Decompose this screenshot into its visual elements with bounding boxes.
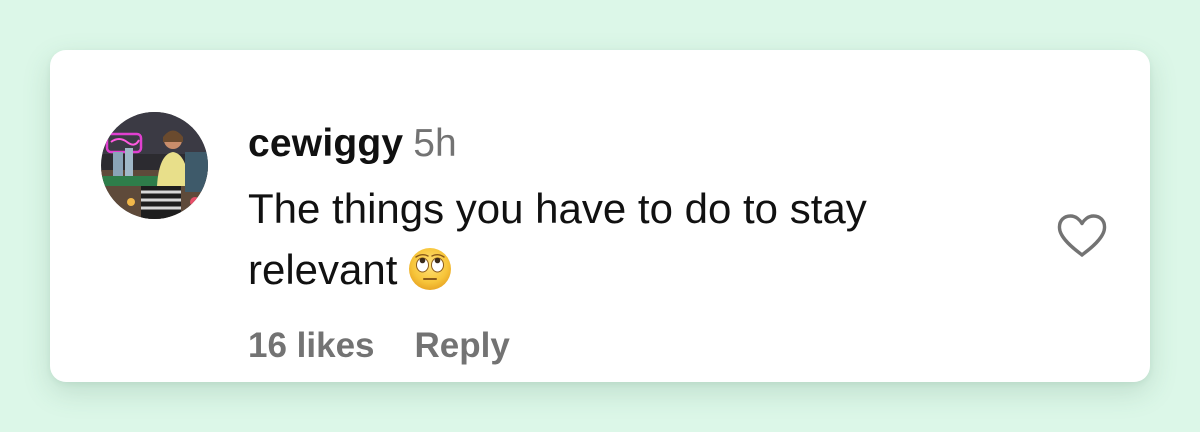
username[interactable]: cewiggy — [248, 122, 403, 165]
reply-button[interactable]: Reply — [415, 326, 510, 365]
comment-actions: 16 likes Reply — [248, 324, 510, 375]
heart-outline-icon — [1057, 214, 1107, 257]
comment-header: cewiggy 5h — [248, 120, 457, 176]
comment-card: cewiggy 5h The things you have to do to s… — [50, 50, 1150, 382]
timestamp[interactable]: 5h — [413, 122, 456, 165]
comment-text: The things you have to do to stay releva… — [248, 185, 867, 293]
comment-text-block: The things you have to do to stay releva… — [248, 178, 1008, 300]
rolling-eyes-emoji-icon — [407, 246, 453, 292]
like-button[interactable] — [1054, 212, 1110, 260]
avatar[interactable] — [101, 112, 208, 219]
likes-count-link[interactable]: 16 likes — [248, 326, 375, 365]
avatar-image — [101, 112, 208, 219]
